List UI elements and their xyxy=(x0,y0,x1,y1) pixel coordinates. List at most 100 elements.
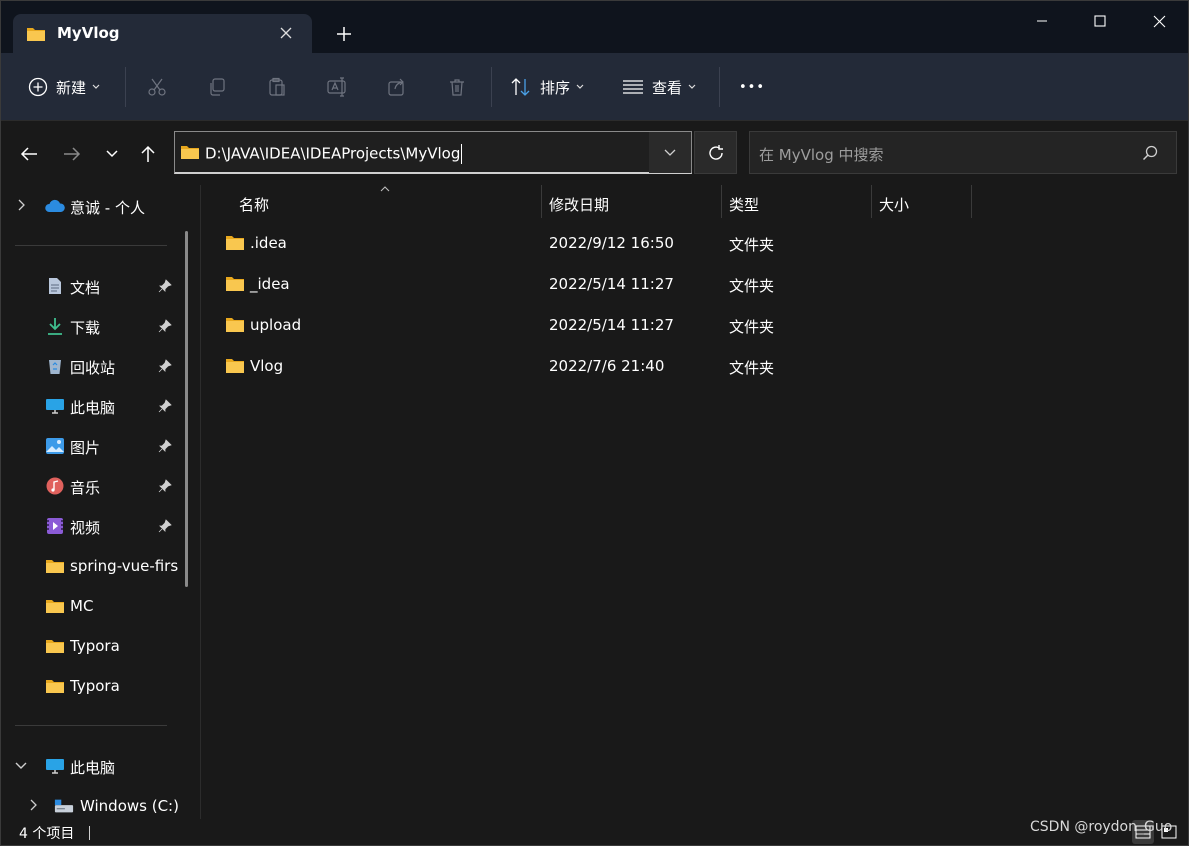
file-date: 2022/5/14 11:27 xyxy=(549,275,674,293)
tab-myvlog[interactable]: MyVlog xyxy=(13,14,312,53)
this-pc-icon xyxy=(46,759,64,774)
sidebar-item-downloads[interactable]: 下载 xyxy=(1,308,186,344)
file-date: 2022/9/12 16:50 xyxy=(549,234,674,252)
toolbar-divider xyxy=(719,67,720,107)
sidebar-item-label: Windows (C:) xyxy=(80,797,179,815)
forward-button[interactable] xyxy=(57,139,87,169)
pin-icon xyxy=(158,319,172,333)
folder-icon xyxy=(226,236,244,250)
file-type: 文件夹 xyxy=(729,277,775,295)
new-label: 新建 xyxy=(56,78,87,97)
cut-icon xyxy=(148,78,166,96)
delete-button[interactable] xyxy=(447,69,467,105)
pictures-icon xyxy=(46,438,64,454)
up-button[interactable] xyxy=(133,139,163,169)
file-row[interactable]: Vlog 2022/7/6 21:40 文件夹 xyxy=(217,348,1177,386)
file-name: upload xyxy=(250,316,302,334)
sidebar-item-pictures[interactable]: 图片 xyxy=(1,428,186,464)
file-type: 文件夹 xyxy=(729,359,775,377)
file-row[interactable]: upload 2022/5/14 11:27 文件夹 xyxy=(217,307,1177,345)
column-divider[interactable] xyxy=(721,185,722,218)
refresh-icon xyxy=(708,144,723,160)
pin-icon xyxy=(158,439,172,453)
command-bar: 新建 排序 查看 ••• xyxy=(1,53,1188,121)
sort-ascending-icon xyxy=(380,186,390,192)
column-header-name[interactable]: 名称 xyxy=(239,194,269,215)
folder-icon xyxy=(46,600,64,613)
sidebar-item-recycle-bin[interactable]: 回收站 xyxy=(1,348,186,384)
minimize-button[interactable] xyxy=(1013,6,1071,36)
recent-locations-button[interactable] xyxy=(97,139,127,169)
view-list-icon xyxy=(623,80,643,94)
sort-icon xyxy=(511,78,530,96)
sidebar-item-documents[interactable]: 文档 xyxy=(1,268,186,304)
close-tab-button[interactable] xyxy=(275,22,297,44)
chevron-right-icon xyxy=(30,799,37,811)
download-icon xyxy=(48,318,62,335)
cut-button[interactable] xyxy=(147,69,167,105)
sidebar-item-spring-vue[interactable]: spring-vue-firs xyxy=(1,548,186,584)
chevron-down-icon xyxy=(15,762,27,769)
tab-title: MyVlog xyxy=(57,24,120,42)
folder-icon xyxy=(46,640,64,653)
column-header-type[interactable]: 类型 xyxy=(729,194,759,215)
arrow-left-icon xyxy=(20,147,37,161)
paste-icon xyxy=(269,77,285,96)
close-window-button[interactable] xyxy=(1130,6,1188,36)
copy-button[interactable] xyxy=(207,69,227,105)
sidebar-item-typora[interactable]: Typora xyxy=(1,668,186,704)
column-divider[interactable] xyxy=(971,185,972,218)
search-box[interactable]: 在 MyVlog 中搜索 xyxy=(749,131,1177,174)
sidebar-item-label: MC xyxy=(70,597,94,615)
sort-button[interactable]: 排序 xyxy=(510,69,584,105)
videos-icon xyxy=(47,518,63,534)
file-row[interactable]: _idea 2022/5/14 11:27 文件夹 xyxy=(217,266,1177,304)
pane-divider[interactable] xyxy=(200,185,201,819)
folder-icon xyxy=(181,146,199,159)
column-header-size[interactable]: 大小 xyxy=(879,194,909,215)
rename-button[interactable] xyxy=(327,69,349,105)
back-button[interactable] xyxy=(14,139,44,169)
sidebar-item-music[interactable]: 音乐 xyxy=(1,468,186,504)
file-row[interactable]: .idea 2022/9/12 16:50 文件夹 xyxy=(217,225,1177,263)
folder-icon xyxy=(46,680,64,693)
new-tab-button[interactable] xyxy=(331,21,357,47)
folder-icon xyxy=(226,277,244,291)
address-dropdown-button[interactable] xyxy=(649,132,691,173)
status-bar: 4 个项目 xyxy=(1,819,1188,845)
toolbar-divider xyxy=(491,67,492,107)
share-button[interactable] xyxy=(387,69,407,105)
sidebar-item-mc[interactable]: MC xyxy=(1,588,186,624)
sort-label: 排序 xyxy=(540,78,571,97)
sidebar-item-label: spring-vue-firs xyxy=(70,557,178,575)
address-bar[interactable]: D:\JAVA\IDEA\IDEAProjects\MyVlog xyxy=(174,131,692,174)
maximize-button[interactable] xyxy=(1071,6,1129,36)
refresh-button[interactable] xyxy=(694,131,737,174)
arrow-up-icon xyxy=(141,145,155,162)
more-options-button[interactable]: ••• xyxy=(739,69,765,105)
maximize-icon xyxy=(1094,15,1106,27)
view-button[interactable]: 查看 xyxy=(622,69,696,105)
sidebar-item-this-pc[interactable]: 此电脑 xyxy=(1,748,186,784)
sidebar-divider xyxy=(15,725,167,726)
chevron-down-icon xyxy=(576,84,584,89)
column-divider[interactable] xyxy=(871,185,872,218)
pin-icon xyxy=(158,479,172,493)
search-icon xyxy=(1142,145,1158,161)
sidebar-item-onedrive[interactable]: 意诚 - 个人 xyxy=(1,188,186,224)
paste-button[interactable] xyxy=(267,69,287,105)
column-header-date[interactable]: 修改日期 xyxy=(549,194,609,215)
file-name: Vlog xyxy=(250,357,284,375)
status-divider xyxy=(89,826,90,840)
sidebar-item-this-pc-pinned[interactable]: 此电脑 xyxy=(1,388,186,424)
folder-icon xyxy=(46,560,64,573)
new-button[interactable]: 新建 xyxy=(28,69,100,105)
sidebar-scrollbar[interactable] xyxy=(185,231,188,587)
more-icon: ••• xyxy=(739,79,766,95)
sidebar-item-videos[interactable]: 视频 xyxy=(1,508,186,544)
sidebar-item-typora[interactable]: Typora xyxy=(1,628,186,664)
column-divider[interactable] xyxy=(541,185,542,218)
close-icon xyxy=(280,27,292,39)
onedrive-cloud-icon xyxy=(45,199,65,212)
chevron-down-icon xyxy=(688,84,696,89)
